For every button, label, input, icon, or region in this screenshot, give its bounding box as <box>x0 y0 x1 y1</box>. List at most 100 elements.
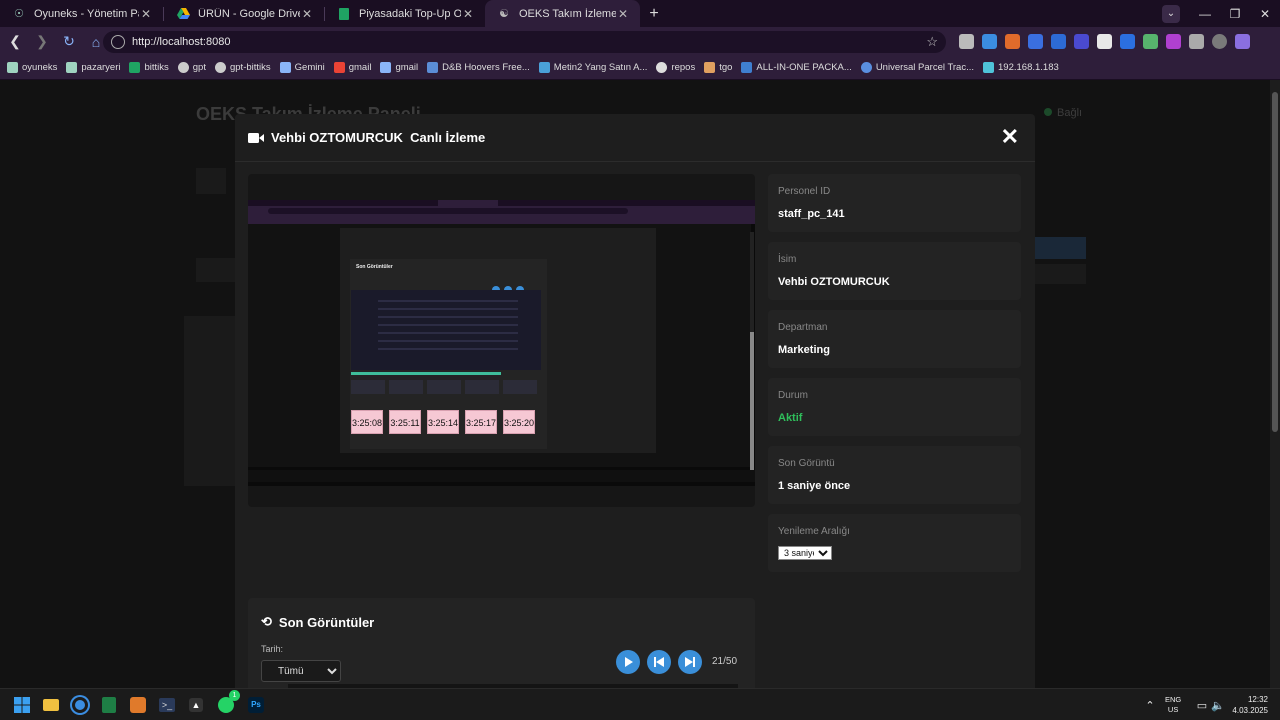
info-card-departman: Departman Marketing <box>768 310 1021 368</box>
shot-thumb-time: 3:25:14 <box>427 410 459 434</box>
app-icon[interactable] <box>128 695 148 715</box>
browser-tab-bar: ☉ Oyuneks - Yönetim Paneli ✕ ÜRÜN - Goog… <box>0 0 1280 27</box>
bookmark-label: ALL-IN-ONE PACKA... <box>756 62 852 73</box>
bookmark-item[interactable]: gmail <box>333 62 371 73</box>
bookmark-label: gmail <box>395 62 419 73</box>
excel-icon[interactable] <box>99 695 119 715</box>
video-camera-icon <box>248 132 264 143</box>
bookmark-item[interactable]: 192.168.1.183 <box>983 62 1059 73</box>
bookmark-item[interactable]: gpt <box>177 62 206 73</box>
bookmark-icon <box>983 62 995 73</box>
flask-icon[interactable] <box>1143 34 1158 49</box>
bookmark-item[interactable]: Gemini <box>279 62 325 73</box>
close-icon[interactable]: ✕ <box>300 7 314 21</box>
next-button[interactable] <box>678 650 702 674</box>
image-counter: 21/50 <box>712 656 738 667</box>
app-icon[interactable]: ▲ <box>186 695 206 715</box>
minimize-button[interactable]: — <box>1190 7 1220 21</box>
close-icon[interactable]: ✕ <box>461 7 475 21</box>
browser-toolbar: ❮ ❯ ↻ ⌂ http://localhost:8080 ☆ <box>0 27 1280 56</box>
scrollbar-thumb[interactable] <box>1272 92 1278 432</box>
info-label: İsim <box>778 254 797 265</box>
ext-icon[interactable] <box>1051 34 1066 49</box>
chevron-up-icon[interactable]: ⌃ <box>1140 695 1160 715</box>
ext-icon[interactable] <box>1028 34 1043 49</box>
live-screen-viewer[interactable]: Son Görüntüler 3:25:08 3:25:11 3:25:14 3… <box>248 174 755 507</box>
bookmark-item[interactable]: gpt-bittiks <box>214 62 271 73</box>
browser-tab[interactable]: ☉ Oyuneks - Yönetim Paneli ✕ <box>0 0 163 27</box>
close-icon[interactable]: ✕ <box>139 7 153 21</box>
system-clock[interactable]: 12:32 4.03.2025 <box>1232 694 1268 716</box>
info-label: Personel ID <box>778 186 831 197</box>
terminal-icon[interactable]: >_ <box>157 695 177 715</box>
menu-icon[interactable] <box>1235 34 1250 49</box>
forward-button[interactable]: ❯ <box>30 30 54 54</box>
date-filter-select[interactable]: Tümü <box>261 660 341 682</box>
bookmark-label: tgo <box>719 62 733 73</box>
modal-close-button[interactable]: ✕ <box>1001 126 1019 148</box>
profile-avatar[interactable] <box>1212 34 1227 49</box>
tab-title: Oyuneks - Yönetim Paneli <box>34 7 139 20</box>
recent-images-header: ⟲ Son Görüntüler <box>261 614 374 630</box>
browser-tab-active[interactable]: ☯ OEKS Takım İzleme Paneli ✕ <box>485 0 640 27</box>
info-label: Departman <box>778 322 828 333</box>
download-extension-icon[interactable] <box>982 34 997 49</box>
close-icon[interactable]: ✕ <box>616 7 630 21</box>
bookmark-item[interactable]: Metin2 Yang Satın A... <box>538 62 647 73</box>
file-explorer-icon[interactable] <box>41 695 61 715</box>
bookmark-icon <box>279 62 291 73</box>
shot-row <box>378 308 518 310</box>
ext-icon[interactable] <box>1074 34 1089 49</box>
bookmark-star-icon[interactable]: ☆ <box>926 34 938 50</box>
bookmark-item[interactable]: ALL-IN-ONE PACKA... <box>741 62 852 73</box>
bookmark-item[interactable]: gmail <box>380 62 418 73</box>
play-button[interactable] <box>616 650 640 674</box>
bookmark-icon <box>7 62 18 73</box>
bookmark-item[interactable]: D&B Hoovers Free... <box>427 62 530 73</box>
maximize-button[interactable]: ❐ <box>1220 7 1250 21</box>
new-tab-button[interactable]: + <box>640 0 668 27</box>
back-button[interactable]: ❮ <box>3 30 27 54</box>
site-info-icon[interactable] <box>111 35 125 49</box>
ext-icon[interactable] <box>1005 34 1020 49</box>
info-value: staff_pc_141 <box>778 208 845 220</box>
bookmark-item[interactable]: tgo <box>704 62 732 73</box>
address-bar[interactable]: http://localhost:8080 ☆ <box>103 31 946 53</box>
bookmark-item[interactable]: Universal Parcel Trac... <box>860 62 974 73</box>
page-scrollbar[interactable] <box>1270 80 1280 688</box>
tab-title: Piyasadaki Top-Up Oyunlar ID ve <box>359 7 461 20</box>
browser-icon[interactable] <box>70 695 90 715</box>
whatsapp-icon[interactable]: 1 <box>216 690 240 715</box>
downloads-icon[interactable] <box>1189 34 1204 49</box>
url-text: http://localhost:8080 <box>132 36 231 48</box>
reload-button[interactable]: ↻ <box>57 30 81 54</box>
tab-search-button[interactable]: ⌄ <box>1162 4 1180 23</box>
photoshop-icon[interactable]: Ps <box>246 695 266 715</box>
ext-icon[interactable] <box>1097 34 1112 49</box>
window-close-button[interactable]: ✕ <box>1250 7 1280 21</box>
shot-row <box>378 340 518 342</box>
browser-tab[interactable]: Piyasadaki Top-Up Oyunlar ID ve ✕ <box>325 0 485 27</box>
tab-title: ÜRÜN - Google Drive <box>198 7 300 20</box>
history-icon: ⟲ <box>261 614 272 629</box>
previous-button[interactable] <box>647 650 671 674</box>
shot-row <box>378 332 518 334</box>
camera-extension-icon[interactable] <box>959 34 974 49</box>
connection-status: Bağlı <box>1044 107 1082 119</box>
shot-row <box>378 324 518 326</box>
browser-tab[interactable]: ÜRÜN - Google Drive ✕ <box>164 0 324 27</box>
windows-start-icon[interactable] <box>12 695 32 715</box>
bookmark-icon <box>427 62 439 73</box>
bookmark-icon <box>380 62 392 73</box>
volume-icon[interactable]: 🔈 <box>1208 695 1228 715</box>
globe-icon: ☯ <box>499 8 509 20</box>
refresh-interval-select[interactable]: 3 saniye <box>778 546 832 560</box>
bookmark-item[interactable]: repos <box>656 62 695 73</box>
bookmark-item[interactable]: bittiks <box>129 62 169 73</box>
ext-icon[interactable] <box>1166 34 1181 49</box>
bookmark-item[interactable]: pazaryeri <box>66 62 120 73</box>
windows-taskbar: >_ ▲ 1 Ps ⌃ ENG US ▭ 🔈 12:32 4.03.2025 <box>0 688 1280 720</box>
ext-icon[interactable] <box>1120 34 1135 49</box>
language-indicator[interactable]: ENG US <box>1165 695 1181 715</box>
bookmark-item[interactable]: oyuneks <box>7 62 57 73</box>
